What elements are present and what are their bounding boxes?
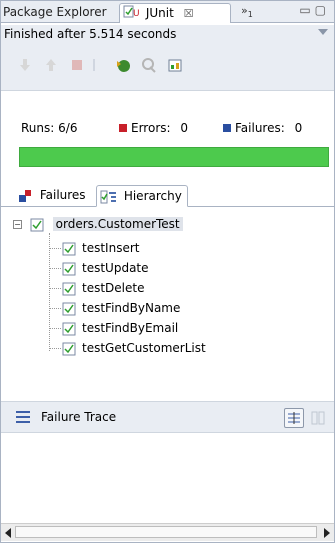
junit-toolbar xyxy=(1,45,334,91)
stop-icon[interactable] xyxy=(69,57,85,73)
svg-text:U: U xyxy=(133,9,139,18)
errors-value: 0 xyxy=(180,121,189,135)
test-item[interactable]: testGetCustomerList xyxy=(62,339,206,357)
tab-hierarchy-label: Hierarchy xyxy=(123,189,182,203)
tree-connector xyxy=(49,348,61,349)
rerun-failures-icon[interactable] xyxy=(141,57,157,73)
failures-counter: Failures: 0 xyxy=(223,121,302,135)
test-pass-icon xyxy=(62,302,76,315)
scroll-left-icon[interactable] xyxy=(5,528,11,538)
tab-junit[interactable]: U JUnit ☒ xyxy=(119,3,231,23)
filter-stack-trace-button[interactable] xyxy=(284,408,304,428)
tree-connector xyxy=(49,328,61,329)
error-icon xyxy=(119,124,127,132)
separator xyxy=(92,57,108,73)
test-pass-icon xyxy=(62,262,76,275)
view-tab-strip: Package Explorer U JUnit ☒ »1 ▭▢ xyxy=(1,1,334,23)
tab-failures[interactable]: Failures xyxy=(15,185,95,207)
tree-root-label: orders.CustomerTest xyxy=(52,217,183,231)
test-item-label: testGetCustomerList xyxy=(82,341,206,355)
test-pass-icon xyxy=(62,342,76,355)
rerun-test-icon[interactable] xyxy=(115,57,131,73)
runs-value: 6/6 xyxy=(58,121,78,135)
minimize-icon[interactable]: ▭ xyxy=(299,3,314,17)
horizontal-scrollbar[interactable] xyxy=(1,523,334,541)
errors-counter: Errors: 0 xyxy=(119,121,188,135)
test-pass-icon xyxy=(62,322,76,335)
junit-view-panel: Package Explorer U JUnit ☒ »1 ▭▢ Finishe… xyxy=(0,0,335,543)
test-progress-bar xyxy=(19,147,329,167)
failure-trace-label: Failure Trace xyxy=(41,410,117,424)
test-item[interactable]: testUpdate xyxy=(62,259,149,277)
tree-connector xyxy=(49,288,61,289)
tree-root[interactable]: − orders.CustomerTest xyxy=(13,217,183,235)
tab-junit-label: JUnit xyxy=(145,6,174,20)
scrollbar-thumb[interactable] xyxy=(15,526,317,538)
view-overflow-button[interactable]: »1 xyxy=(241,4,253,19)
test-item-label: testDelete xyxy=(82,281,145,295)
test-item-label: testFindByName xyxy=(82,301,181,315)
next-failure-icon[interactable] xyxy=(17,57,33,73)
status-text: Finished after 5.514 seconds xyxy=(4,27,177,41)
overflow-count: 1 xyxy=(247,10,253,20)
status-line: Finished after 5.514 seconds xyxy=(1,25,334,45)
failure-trace-icon xyxy=(16,411,30,423)
tree-connector xyxy=(49,268,61,269)
tree-connector xyxy=(49,248,61,249)
collapse-icon[interactable]: − xyxy=(13,220,22,229)
failure-trace-header: Failure Trace xyxy=(1,401,334,433)
test-hierarchy-tree: − orders.CustomerTest testInsert testUpd… xyxy=(1,209,334,389)
tab-failures-label: Failures xyxy=(39,188,86,202)
failures-value: 0 xyxy=(294,121,303,135)
scroll-right-icon[interactable] xyxy=(324,528,330,538)
tab-hierarchy[interactable]: Hierarchy xyxy=(96,185,188,207)
test-run-history-icon[interactable] xyxy=(167,57,183,73)
tab-package-explorer[interactable]: Package Explorer xyxy=(1,3,119,23)
runs-counter: Runs: 6/6 xyxy=(21,121,77,135)
test-pass-icon xyxy=(62,282,76,295)
test-counters: Runs: 6/6 Errors: 0 Failures: 0 xyxy=(1,91,334,141)
window-buttons: ▭▢ xyxy=(299,3,330,17)
filter-icon xyxy=(288,412,300,424)
failures-tab-icon xyxy=(19,189,31,202)
test-item-label: testFindByEmail xyxy=(82,321,179,335)
maximize-icon[interactable]: ▢ xyxy=(315,3,330,17)
tree-connector xyxy=(49,308,61,309)
result-tabs: Failures Hierarchy xyxy=(1,183,334,207)
previous-failure-icon[interactable] xyxy=(43,57,59,73)
close-icon[interactable]: ☒ xyxy=(184,7,194,20)
failure-icon xyxy=(223,124,231,132)
test-item[interactable]: testDelete xyxy=(62,279,144,297)
runs-label: Runs: xyxy=(21,121,55,135)
errors-label: Errors: xyxy=(131,121,171,135)
hierarchy-icon xyxy=(100,190,116,203)
tree-connector xyxy=(49,233,50,351)
overflow-chevron-icon: » xyxy=(241,4,248,17)
test-item[interactable]: testFindByName xyxy=(62,299,180,317)
test-item-label: testUpdate xyxy=(82,261,149,275)
test-item-label: testInsert xyxy=(82,241,140,255)
test-item[interactable]: testFindByEmail xyxy=(62,319,178,337)
junit-icon: U xyxy=(123,4,140,23)
test-suite-icon xyxy=(30,218,44,231)
failures-label: Failures: xyxy=(235,121,285,135)
tab-package-explorer-label: Package Explorer xyxy=(3,5,107,19)
compare-results-icon[interactable] xyxy=(310,410,326,426)
view-menu-icon[interactable] xyxy=(318,29,328,35)
test-pass-icon xyxy=(62,242,76,255)
test-item[interactable]: testInsert xyxy=(62,239,139,257)
